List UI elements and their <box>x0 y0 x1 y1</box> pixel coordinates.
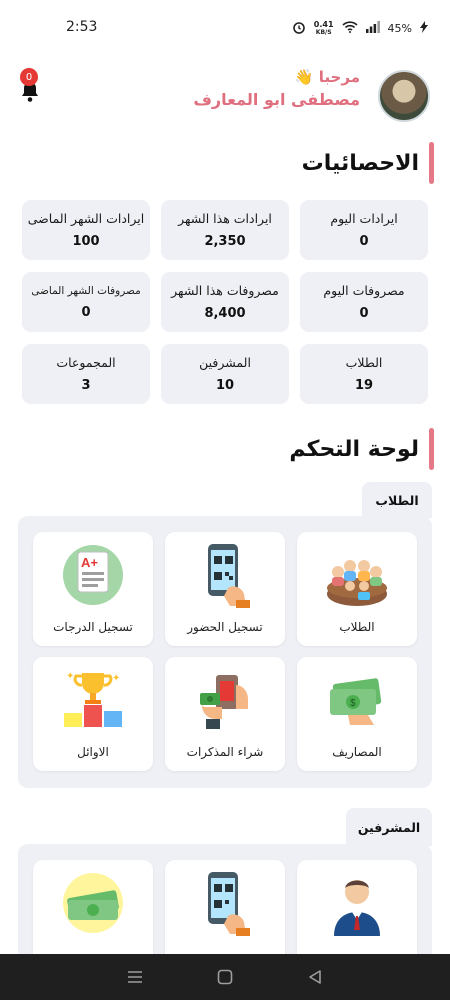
supervisor-person-icon <box>334 880 380 936</box>
tile-label: شراء المذكرات <box>186 745 264 759</box>
stat-card-last-month-income: ايرادات الشهر الماضى 100 <box>22 200 150 260</box>
tile-top-students[interactable]: ✦ ✦ الاوائل <box>33 657 153 771</box>
stat-card-today-expenses: مصروفات اليوم 0 <box>300 272 428 332</box>
stat-value: 2,350 <box>204 234 246 249</box>
stat-label: ايرادات الشهر الماضى <box>27 211 145 226</box>
user-name: مصطفى ابو المعارف <box>193 90 360 109</box>
stat-label: المشرفين <box>199 355 251 370</box>
svg-text:$: $ <box>350 698 356 709</box>
dashboard-section-title: لوحة التحكم <box>289 428 434 470</box>
alarm-icon <box>292 20 306 37</box>
money-stack-icon <box>63 873 123 933</box>
students-classroom-icon <box>327 560 387 606</box>
menu-icon <box>128 971 142 983</box>
tile-label: تسجيل الحضور <box>187 620 263 634</box>
battery-level: 45% <box>387 22 412 35</box>
stats-title-text: الاحصائيات <box>301 150 419 176</box>
back-triangle-icon <box>309 970 321 984</box>
tile-buy-notes[interactable]: شراء المذكرات <box>165 657 285 771</box>
svg-text:✦: ✦ <box>112 673 120 684</box>
stat-value: 8,400 <box>204 306 246 321</box>
tile-label: الاوائل <box>77 745 109 759</box>
notification-badge: 0 <box>20 68 38 86</box>
net-speed-value: 0.41 <box>313 19 334 29</box>
stat-label: ايرادات اليوم <box>330 211 398 226</box>
stat-value: 100 <box>72 234 100 249</box>
net-speed-unit: KB/S <box>315 28 332 36</box>
charging-icon <box>420 21 428 36</box>
stat-card-supervisors: المشرفين 10 <box>161 344 289 404</box>
tile-attendance[interactable]: تسجيل الحضور <box>165 532 285 646</box>
stat-card-month-expenses: مصروفات هذا الشهر 8,400 <box>161 272 289 332</box>
svg-text:A+: A+ <box>81 555 98 570</box>
supervisors-group-panel <box>18 844 432 974</box>
home-button[interactable] <box>215 967 235 987</box>
stat-card-groups: المجموعات 3 <box>22 344 150 404</box>
net-speed: 0.41 KB/S <box>313 19 334 37</box>
stat-value: 19 <box>354 378 374 393</box>
recent-apps-button[interactable] <box>125 967 145 987</box>
avatar[interactable] <box>378 70 430 122</box>
stat-value: 10 <box>215 378 235 393</box>
greeting-block: مرحبا 👋 مصطفى ابو المعارف <box>193 68 360 109</box>
stat-label: مصروفات هذا الشهر <box>171 283 279 298</box>
supervisors-group-label: المشرفين <box>346 808 432 846</box>
stat-label: ايرادات هذا الشهر <box>178 211 272 226</box>
stats-section-title: الاحصائيات <box>302 142 434 184</box>
title-accent-bar <box>429 142 434 184</box>
wifi-icon <box>341 21 358 36</box>
tile-label: تسجيل الدرجات <box>53 620 133 634</box>
stat-card-students: الطلاب 19 <box>300 344 428 404</box>
status-icons: 0.41 KB/S 45% <box>292 20 428 37</box>
qr-phone-icon <box>208 872 250 936</box>
stat-value: 0 <box>359 306 369 321</box>
svg-text:✦: ✦ <box>66 671 74 682</box>
qr-phone-icon <box>208 544 250 608</box>
tile-label: الطلاب <box>339 620 375 634</box>
stat-label: الطلاب <box>345 355 383 370</box>
stat-label: مصروفات اليوم <box>323 283 405 298</box>
money-hand-icon: $ <box>330 678 382 725</box>
stat-label: المجموعات <box>56 355 116 370</box>
tile-grades[interactable]: A+ تسجيل الدرجات <box>33 532 153 646</box>
stat-value: 3 <box>81 378 91 393</box>
greeting-text: مرحبا 👋 <box>294 68 360 86</box>
title-accent-bar <box>429 428 434 470</box>
buy-notes-icon <box>200 675 248 729</box>
stats-grid: ايرادات اليوم 0 ايرادات هذا الشهر 2,350 … <box>22 200 428 404</box>
home-square-icon <box>217 969 233 985</box>
stat-card-month-income: ايرادات هذا الشهر 2,350 <box>161 200 289 260</box>
tile-students[interactable]: الطلاب <box>297 532 417 646</box>
signal-icon <box>365 21 380 36</box>
stat-card-last-month-expenses: مصروفات الشهر الماضى 0 <box>22 272 150 332</box>
students-group-label: الطلاب <box>362 482 432 518</box>
notification-button[interactable]: 0 <box>18 68 44 102</box>
trophy-podium-icon: ✦ ✦ <box>64 671 122 727</box>
system-nav-bar <box>0 954 450 1000</box>
stat-card-today-income: ايرادات اليوم 0 <box>300 200 428 260</box>
header: 0 مرحبا 👋 مصطفى ابو المعارف <box>0 64 450 128</box>
status-bar: 2:53 0.41 KB/S 45% <box>0 0 450 56</box>
dashboard-title-text: لوحة التحكم <box>289 436 419 462</box>
stat-value: 0 <box>81 304 91 320</box>
stat-value: 0 <box>359 234 369 249</box>
stat-label: مصروفات الشهر الماضى <box>31 284 141 297</box>
tile-expenses[interactable]: $ المصاريف <box>297 657 417 771</box>
back-button[interactable] <box>305 967 325 987</box>
students-group-panel: الطلاب تسجيل الحضور A+ تسجيل الدرجات $ ا… <box>18 516 432 788</box>
grade-sheet-icon: A+ <box>63 545 123 605</box>
status-time: 2:53 <box>66 19 98 35</box>
tile-label: المصاريف <box>332 745 382 759</box>
